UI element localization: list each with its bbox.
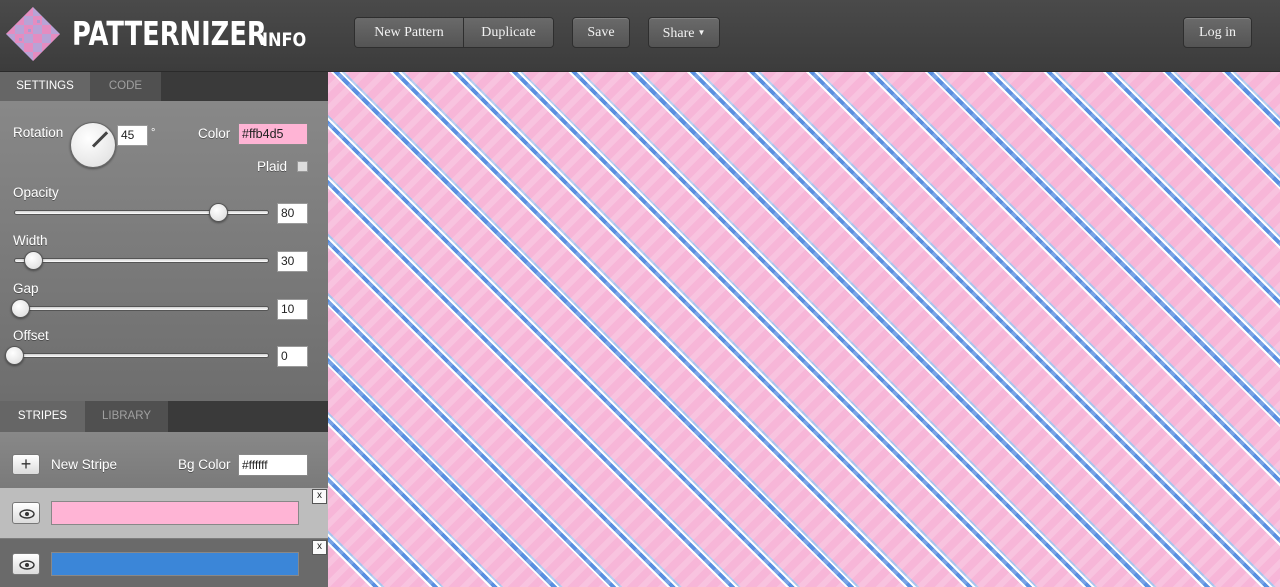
duplicate-button[interactable]: Duplicate — [464, 18, 553, 47]
share-button[interactable]: Share ▼ — [648, 17, 720, 48]
plaid-label: Plaid — [257, 159, 288, 174]
eye-icon — [19, 509, 35, 519]
color-input[interactable]: #ffb4d5 — [238, 123, 308, 145]
new-stripe-label[interactable]: New Stripe — [51, 457, 117, 472]
offset-slider-thumb[interactable] — [5, 346, 24, 365]
patternizer-logo-icon[interactable] — [6, 7, 60, 61]
rotation-input[interactable]: 45 — [117, 125, 148, 146]
login-button[interactable]: Log in — [1183, 17, 1252, 48]
tab-settings[interactable]: SETTINGS — [0, 72, 90, 101]
add-stripe-button[interactable]: + — [12, 454, 40, 475]
pattern-preview-canvas[interactable] — [328, 72, 1280, 587]
info-link[interactable]: INFO — [262, 26, 306, 54]
new-pattern-button[interactable]: New Pattern — [355, 18, 464, 47]
settings-tabs: SETTINGS CODE — [0, 72, 328, 101]
opacity-label: Opacity — [13, 185, 59, 200]
gap-label: Gap — [13, 281, 39, 296]
tab-stripes[interactable]: STRIPES — [0, 401, 85, 432]
plaid-checkbox[interactable] — [297, 161, 308, 172]
offset-label: Offset — [13, 328, 49, 343]
remove-stripe-button[interactable]: x — [312, 540, 327, 555]
stripe-item: x — [0, 488, 328, 538]
settings-panel: Rotation 45 ° Color #ffb4d5 Plaid Opacit… — [0, 101, 328, 401]
opacity-input[interactable]: 80 — [277, 203, 308, 224]
stripes-panel: + New Stripe Bg Color #ffffff x x — [0, 432, 328, 587]
degree-symbol: ° — [151, 127, 156, 139]
pattern-button-group: New Pattern Duplicate — [354, 17, 554, 48]
save-button[interactable]: Save — [572, 17, 630, 48]
app-title[interactable]: PATTERNIZER — [72, 10, 267, 58]
rotation-knob[interactable] — [70, 122, 116, 168]
opacity-slider-track[interactable] — [14, 210, 269, 215]
eye-icon — [19, 560, 35, 570]
rotation-label: Rotation — [13, 125, 64, 140]
tab-library[interactable]: LIBRARY — [85, 401, 168, 432]
gap-input[interactable]: 10 — [277, 299, 308, 320]
color-label: Color — [198, 126, 231, 141]
width-slider-thumb[interactable] — [24, 251, 43, 270]
stripe-color-swatch[interactable] — [51, 501, 299, 525]
toggle-visibility-button[interactable] — [12, 553, 40, 575]
share-button-label: Share — [662, 26, 695, 41]
width-input[interactable]: 30 — [277, 251, 308, 272]
offset-input[interactable]: 0 — [277, 346, 308, 367]
stripe-item: x — [0, 539, 328, 587]
bg-color-label: Bg Color — [178, 457, 231, 472]
offset-slider-track[interactable] — [14, 353, 269, 358]
stripes-tabs: STRIPES LIBRARY — [0, 401, 328, 432]
sidebar: SETTINGS CODE Rotation 45 ° Color #ffb4d… — [0, 72, 328, 587]
new-stripe-row: + New Stripe Bg Color #ffffff — [0, 432, 328, 488]
plus-icon: + — [20, 454, 32, 474]
bg-color-input[interactable]: #ffffff — [238, 454, 308, 476]
caret-down-icon: ▼ — [697, 28, 706, 37]
width-slider-track[interactable] — [14, 258, 269, 263]
tab-code[interactable]: CODE — [90, 72, 161, 101]
toggle-visibility-button[interactable] — [12, 502, 40, 524]
opacity-slider-thumb[interactable] — [209, 203, 228, 222]
remove-stripe-button[interactable]: x — [312, 489, 327, 504]
stripe-color-swatch[interactable] — [51, 552, 299, 576]
rotation-knob-indicator — [91, 131, 109, 148]
gap-slider-thumb[interactable] — [11, 299, 30, 318]
gap-slider-track[interactable] — [14, 306, 269, 311]
top-bar: PATTERNIZER INFO New Pattern Duplicate S… — [0, 0, 1280, 72]
width-label: Width — [13, 233, 48, 248]
